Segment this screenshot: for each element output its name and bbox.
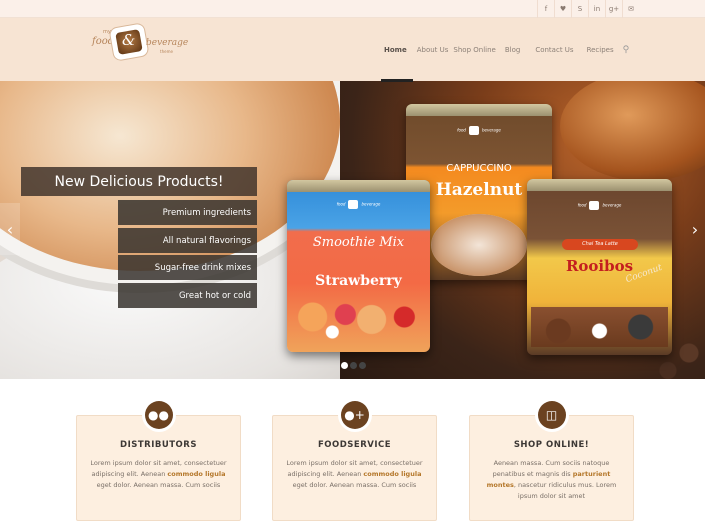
chevron-left-icon: ‹: [6, 219, 14, 239]
top-bar: f ♥ S in g+ ✉: [0, 0, 705, 18]
slide-dot[interactable]: [359, 362, 366, 369]
fruit-image: [293, 292, 424, 342]
can-brand: food beverage: [527, 201, 672, 210]
can-lid: [287, 180, 430, 192]
feature-box-distributors: ●● DISTRIBUTORS Lorem ipsum dolor sit am…: [76, 401, 241, 521]
next-slide-button[interactable]: ›: [685, 203, 705, 255]
latte-image: [431, 214, 527, 276]
can-brand: food beverage: [406, 126, 552, 135]
can-label-cappuccino: CAPPUCCINO: [446, 163, 512, 174]
slide-indicators: [341, 362, 366, 369]
slide-title: New Delicious Products!: [21, 167, 257, 196]
chevron-right-icon: ›: [691, 219, 699, 239]
nav-contact-us[interactable]: Contact Us: [535, 46, 573, 54]
prev-slide-button[interactable]: ‹: [0, 203, 20, 255]
nav-recipes[interactable]: Recipes: [587, 46, 614, 54]
hero-slider: New Delicious Products! Premium ingredie…: [0, 81, 705, 379]
logo-ampersand: &: [122, 31, 136, 49]
site-header: my food & beverage theme Home About Us S…: [0, 18, 705, 81]
strawberry-can-image: food beverage Smoothie Mix Strawberry: [287, 180, 430, 352]
feature-link[interactable]: commodo ligula: [363, 470, 421, 478]
logo-theme: theme: [160, 49, 173, 54]
slide-dot[interactable]: [350, 362, 357, 369]
spice-image: [531, 307, 668, 347]
rooibos-can-image: food beverage Chai Tea Latte Rooibos Coco…: [527, 179, 672, 355]
can-lid: [406, 104, 552, 116]
users-icon: ●●: [144, 401, 173, 429]
slide-feature: Great hot or cold: [118, 283, 257, 308]
nav-home[interactable]: Home: [384, 46, 407, 54]
feature-text: Lorem ipsum dolor sit amet, consectetuer…: [90, 459, 227, 489]
feature-title: DISTRIBUTORS: [120, 440, 197, 450]
can-lid: [527, 179, 672, 191]
feature-link[interactable]: commodo ligula: [167, 470, 225, 478]
google-plus-icon[interactable]: g+: [605, 0, 622, 18]
add-user-icon: ●+: [340, 401, 369, 429]
feature-box-shop-online: ◫ SHOP ONLINE! Aenean massa. Cum sociis …: [469, 401, 634, 521]
feature-title: FOODSERVICE: [317, 440, 392, 450]
can-badge-chai: Chai Tea Latte: [562, 239, 638, 250]
mail-icon[interactable]: ✉: [622, 0, 639, 18]
nav-shop-online[interactable]: Shop Online: [453, 46, 495, 54]
feature-text: Aenean massa. Cum sociis natoque penatib…: [486, 459, 617, 500]
facebook-icon[interactable]: f: [537, 0, 554, 18]
nav-about-us[interactable]: About Us: [417, 46, 449, 54]
feature-title: SHOP ONLINE!: [513, 440, 590, 450]
can-label-strawberry: Strawberry: [315, 273, 402, 289]
slide-feature: Premium ingredients: [118, 200, 257, 225]
social-links: f ♥ S in g+ ✉: [537, 0, 639, 18]
linkedin-icon[interactable]: in: [588, 0, 605, 18]
cart-icon: ◫: [537, 401, 566, 429]
active-nav-indicator: [381, 79, 413, 82]
search-icon[interactable]: ⚲: [623, 45, 630, 55]
slide-dot[interactable]: [341, 362, 348, 369]
skype-icon[interactable]: S: [571, 0, 588, 18]
logo-beverage: beverage: [146, 38, 189, 48]
slide-feature: Sugar-free drink mixes: [118, 255, 257, 280]
feature-text: Lorem ipsum dolor sit amet, consectetuer…: [286, 459, 423, 489]
twitter-icon[interactable]: ♥: [554, 0, 571, 18]
feature-box-foodservice: ●+ FOODSERVICE Lorem ipsum dolor sit ame…: [272, 401, 437, 521]
can-label-smoothie-mix: Smoothie Mix: [312, 235, 405, 250]
can-brand: food beverage: [287, 200, 430, 209]
main-nav: Home About Us Shop Online Blog Contact U…: [384, 44, 629, 56]
nav-blog[interactable]: Blog: [505, 46, 520, 54]
site-logo[interactable]: my food & beverage theme: [90, 22, 188, 62]
slide-feature: All natural flavorings: [118, 228, 257, 253]
